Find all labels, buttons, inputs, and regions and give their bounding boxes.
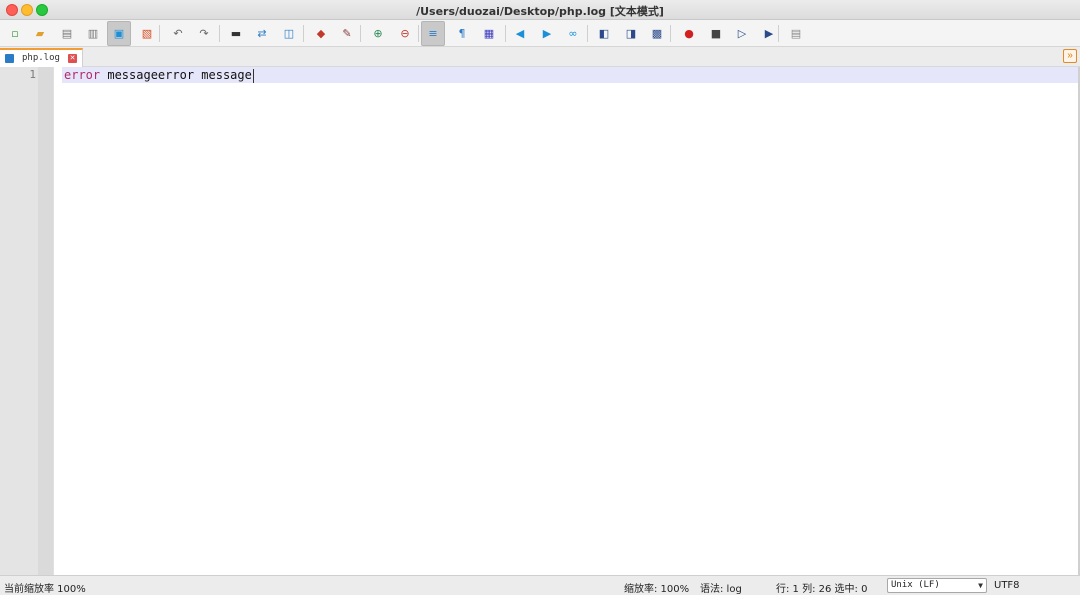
editor-area[interactable] — [53, 67, 1079, 575]
toolbar-separator — [303, 25, 304, 42]
code-line[interactable]: error messageerror message — [64, 67, 254, 83]
new-file-icon: ▫ — [11, 26, 19, 40]
play-macro-button[interactable]: ▷ — [732, 23, 752, 43]
close-file-button[interactable]: ▣ — [107, 21, 131, 46]
highlight-icon: ◆ — [316, 26, 326, 40]
toolbar-separator — [670, 25, 671, 42]
play-macro-icon: ▷ — [737, 26, 747, 40]
tab-label: php.log — [22, 53, 60, 63]
status-encoding: UTF8 — [994, 580, 1020, 591]
tab-list-chevron-icon[interactable]: » — [1063, 49, 1077, 63]
save-all-button[interactable]: ▥ — [83, 23, 103, 43]
word-wrap-icon: ≡ — [428, 27, 438, 40]
new-file-button[interactable]: ▫ — [5, 23, 25, 43]
compare-icon: ◨ — [625, 26, 637, 40]
sync-scroll-button[interactable]: ▩ — [647, 23, 667, 43]
redo-icon: ↷ — [199, 26, 209, 40]
redo-button[interactable]: ↷ — [194, 23, 214, 43]
stop-macro-icon: ■ — [710, 26, 722, 40]
save-macro-button[interactable]: ▤ — [786, 23, 806, 43]
find-replace-icon: ⇄ — [257, 26, 267, 40]
record-macro-button[interactable]: ● — [679, 23, 699, 43]
window-title: /Users/duozai/Desktop/php.log [文本模式] — [416, 5, 664, 18]
undo-icon: ↶ — [173, 26, 183, 40]
close-all-icon: ▧ — [141, 26, 153, 40]
save-macro-icon: ▤ — [790, 26, 802, 40]
open-file-button[interactable]: ▰ — [30, 23, 50, 43]
save-icon: ▤ — [61, 26, 73, 40]
toolbar-separator — [587, 25, 588, 42]
status-zoom: 缩放率: 100% — [624, 584, 690, 595]
status-position: 行: 1 列: 26 选中: 0 — [776, 584, 868, 595]
text-token: messageerror message — [100, 68, 252, 82]
eol-select[interactable]: Unix (LF) ▼ — [887, 578, 987, 593]
close-file-icon: ▣ — [113, 27, 125, 40]
tab-bar: php.log ✕ » — [0, 47, 1080, 67]
keyword-token: error — [64, 68, 101, 82]
save-all-icon: ▥ — [87, 26, 99, 40]
zoom-out-button[interactable]: ⊖ — [395, 23, 415, 43]
next-icon: ▶ — [542, 26, 552, 40]
prev-button[interactable]: ◀ — [510, 23, 530, 43]
bookmark-button[interactable]: ◫ — [279, 23, 299, 43]
close-all-button[interactable]: ▧ — [137, 23, 157, 43]
toolbar: ▫ ▰ ▤ ▥ ▣ ▧ ↶ ↷ ▬ ⇄ ◫ ◆ ✎ ⊕ ⊖ ≡ ¶ ▦ ◀ ▶ ∞ ◧ ◨ ▩ ● ■ ▷ ▶ ▤ — [0, 20, 1080, 47]
zoom-in-icon: ⊕ — [373, 26, 383, 40]
show-all-chars-icon: ¶ — [458, 26, 466, 40]
split-view-button[interactable]: ◧ — [594, 23, 614, 43]
unmark-icon: ✎ — [342, 26, 352, 40]
record-macro-icon: ● — [684, 26, 694, 40]
file-icon — [5, 54, 14, 63]
unmark-button[interactable]: ✎ — [337, 23, 357, 43]
goto-icon: ∞ — [568, 26, 578, 40]
sync-scroll-icon: ▩ — [651, 26, 663, 40]
open-file-icon: ▰ — [35, 26, 45, 40]
undo-button[interactable]: ↶ — [168, 23, 188, 43]
toolbar-separator — [505, 25, 506, 42]
indent-guide-icon: ▦ — [483, 26, 495, 40]
eol-value: Unix (LF) — [891, 580, 940, 590]
indent-guide-button[interactable]: ▦ — [479, 23, 499, 43]
close-tab-icon[interactable]: ✕ — [68, 54, 77, 63]
find-replace-button[interactable]: ⇄ — [252, 23, 272, 43]
split-view-icon: ◧ — [598, 26, 610, 40]
fold-margin[interactable] — [38, 67, 53, 575]
next-button[interactable]: ▶ — [537, 23, 557, 43]
run-macro-multiple-button[interactable]: ▶ — [759, 23, 779, 43]
text-caret — [252, 68, 254, 83]
compare-button[interactable]: ◨ — [621, 23, 641, 43]
word-wrap-button[interactable]: ≡ — [421, 21, 445, 46]
bookmark-icon: ◫ — [283, 26, 295, 40]
save-button[interactable]: ▤ — [57, 23, 77, 43]
title-bar: /Users/duozai/Desktop/php.log [文本模式] — [0, 0, 1080, 20]
toolbar-separator — [360, 25, 361, 42]
line-number: 1 — [29, 68, 36, 81]
toolbar-separator — [778, 25, 779, 42]
status-bar: 当前缩放率 100% 缩放率: 100% 语法: log 行: 1 列: 26 … — [0, 575, 1080, 595]
prev-icon: ◀ — [515, 26, 525, 40]
zoom-in-button[interactable]: ⊕ — [368, 23, 388, 43]
print-icon: ▬ — [230, 26, 242, 40]
status-zoom-current: 当前缩放率 100% — [4, 584, 86, 595]
toolbar-separator — [219, 25, 220, 42]
toolbar-separator — [418, 25, 419, 42]
print-button[interactable]: ▬ — [226, 23, 246, 43]
goto-button[interactable]: ∞ — [563, 23, 583, 43]
highlight-button[interactable]: ◆ — [311, 23, 331, 43]
chevron-down-icon: ▼ — [978, 581, 983, 590]
run-macro-multiple-icon: ▶ — [764, 26, 774, 40]
tab-php-log[interactable]: php.log ✕ — [0, 48, 83, 67]
toolbar-separator — [159, 25, 160, 42]
show-all-chars-button[interactable]: ¶ — [452, 23, 472, 43]
zoom-out-icon: ⊖ — [400, 26, 410, 40]
stop-macro-button[interactable]: ■ — [706, 23, 726, 43]
status-syntax: 语法: log — [700, 584, 742, 595]
